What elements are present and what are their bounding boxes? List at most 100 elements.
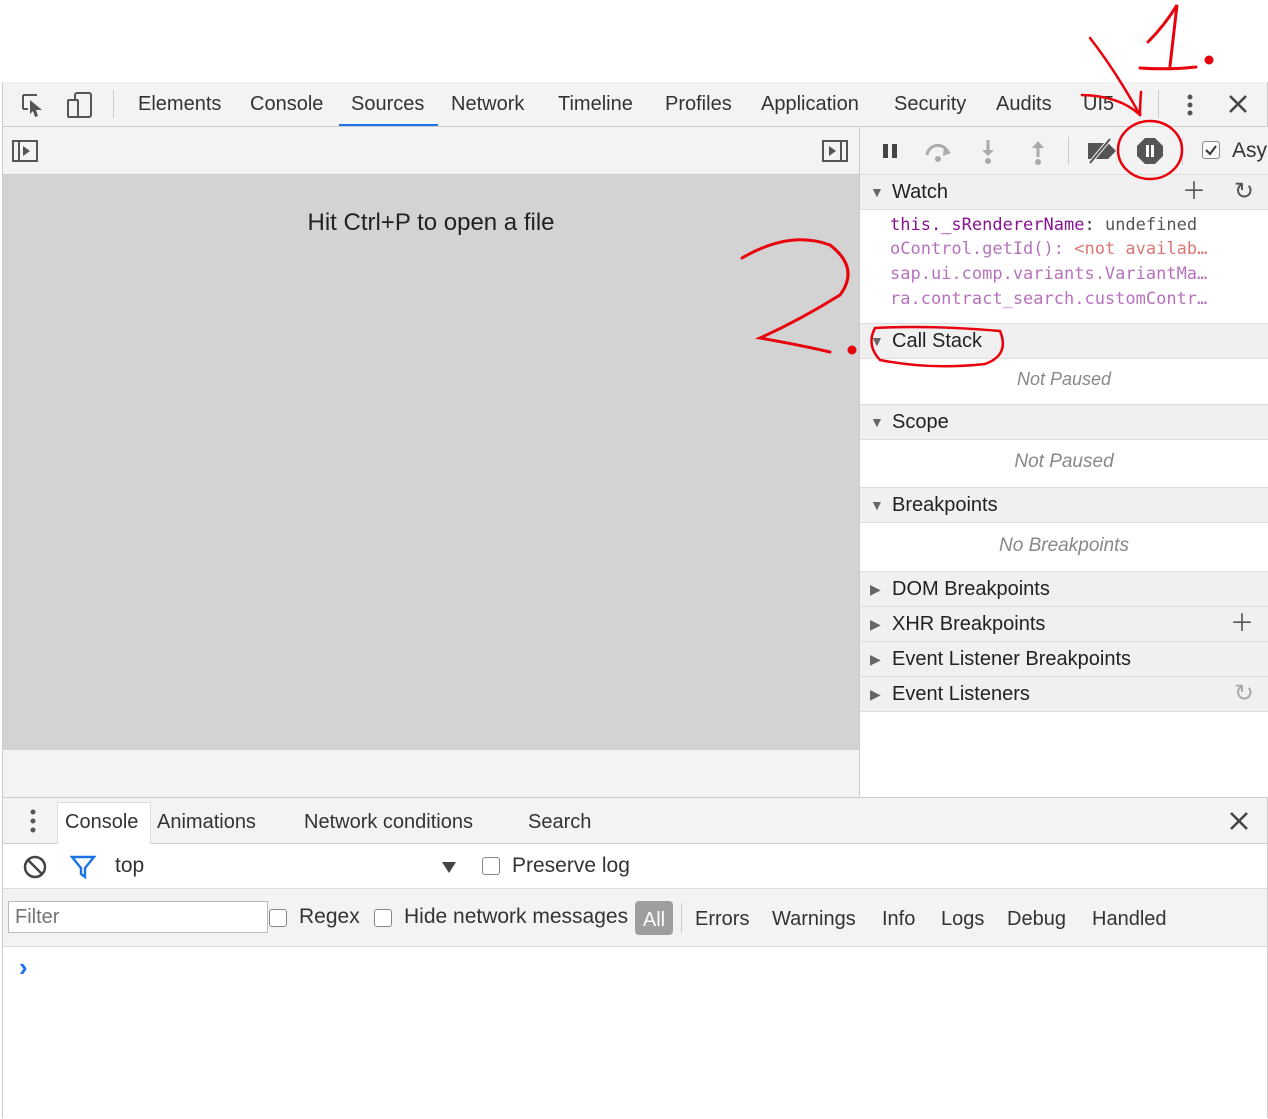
pause-icon[interactable] [874, 135, 906, 167]
toolbar-divider [1158, 90, 1159, 118]
collapsed-triangle-icon: ▶ [870, 651, 881, 667]
event-listeners-pane-header[interactable]: ▶ Event Listeners ↻ [860, 676, 1268, 712]
drawer-tabbar: Console Animations Network conditions Se… [3, 798, 1267, 844]
add-xhr-breakpoint-icon[interactable]: ＋ [1230, 607, 1254, 641]
level-handled[interactable]: Handled [1092, 889, 1167, 946]
debugger-toolbar: Asy [860, 127, 1268, 175]
watch-title: Watch [892, 181, 948, 203]
expanded-triangle-icon: ▼ [870, 414, 884, 430]
device-toolbar-icon[interactable] [65, 90, 95, 120]
call-stack-pane-header[interactable]: ▼ Call Stack [860, 323, 1268, 359]
watch-expression[interactable]: this._sRendererName: undefined [890, 215, 1250, 235]
inspect-element-icon[interactable] [19, 91, 47, 119]
tab-sources[interactable]: Sources [351, 82, 424, 126]
pane-title: DOM Breakpoints [892, 578, 1050, 600]
watch-pane-header[interactable]: ▼ Watch ＋ ↻ [860, 174, 1268, 210]
level-debug[interactable]: Debug [1007, 889, 1066, 946]
drawer-tab-animations[interactable]: Animations [157, 802, 256, 847]
async-label: Asy [1232, 139, 1268, 162]
expanded-triangle-icon: ▼ [870, 497, 884, 513]
watch-expression[interactable]: ra.contract_search.customContr… [890, 289, 1250, 309]
expanded-triangle-icon: ▼ [870, 184, 884, 200]
level-warnings[interactable]: Warnings [772, 889, 856, 946]
console-toolbar: top Preserve log [3, 844, 1267, 889]
add-watch-icon[interactable]: ＋ [1182, 175, 1206, 209]
tab-security[interactable]: Security [894, 82, 966, 126]
context-dropdown-icon[interactable] [441, 860, 457, 874]
breakpoints-status: No Breakpoints [999, 535, 1129, 556]
step-into-icon[interactable] [972, 135, 1004, 167]
debugger-sidebar: Asy ▼ Watch ＋ ↻ this._sRendererName: und… [859, 127, 1268, 797]
drawer-tab-network-conditions[interactable]: Network conditions [304, 802, 473, 847]
open-file-hint: Hit Ctrl+P to open a file [307, 209, 555, 236]
refresh-watch-icon[interactable]: ↻ [1234, 175, 1254, 209]
tab-ui5[interactable]: UI5 [1083, 82, 1114, 126]
scope-status: Not Paused [1014, 451, 1114, 472]
pane-title: Event Listeners [892, 683, 1030, 705]
pause-on-exceptions-icon[interactable] [1134, 135, 1166, 167]
pane-title: XHR Breakpoints [892, 613, 1046, 635]
toggle-debugger-icon[interactable] [821, 139, 849, 163]
async-checkbox[interactable] [1202, 141, 1220, 159]
level-logs[interactable]: Logs [941, 889, 984, 946]
hide-network-checkbox[interactable] [374, 909, 392, 927]
close-drawer-icon[interactable] [1228, 810, 1250, 832]
tab-network[interactable]: Network [451, 82, 524, 126]
xhr-breakpoints-pane-header[interactable]: ▶ XHR Breakpoints ＋ [860, 606, 1268, 642]
collapsed-triangle-icon: ▶ [870, 581, 881, 597]
level-errors[interactable]: Errors [695, 889, 749, 946]
level-info[interactable]: Info [882, 889, 915, 946]
watch-separator: : [1053, 239, 1075, 259]
call-stack-title: Call Stack [892, 330, 983, 352]
filter-input[interactable] [8, 901, 268, 933]
tab-console[interactable]: Console [250, 82, 323, 126]
console-filter-bar: Regex Hide network messages All Errors W… [3, 889, 1267, 947]
regex-label: Regex [299, 905, 360, 928]
dom-breakpoints-pane-header[interactable]: ▶ DOM Breakpoints [860, 571, 1268, 607]
drawer-tab-search[interactable]: Search [528, 802, 591, 847]
deactivate-breakpoints-icon[interactable] [1084, 135, 1116, 167]
scope-pane-header[interactable]: ▼ Scope [860, 404, 1268, 440]
watch-expression-name: oControl.getId() [890, 239, 1054, 259]
editor-status-bar [3, 750, 859, 797]
preserve-log-checkbox[interactable] [482, 857, 500, 875]
watch-expression-name: this._sRendererName [890, 215, 1085, 235]
toolbar-divider [1068, 137, 1069, 165]
step-out-icon[interactable] [1022, 135, 1054, 167]
drawer-menu-icon[interactable] [23, 807, 43, 835]
clear-console-icon[interactable] [22, 854, 48, 880]
context-selector[interactable]: top [115, 854, 144, 878]
event-listener-breakpoints-pane-header[interactable]: ▶ Event Listener Breakpoints [860, 641, 1268, 677]
toolbar-divider [1182, 137, 1183, 165]
level-all-button[interactable]: All [635, 901, 673, 935]
watch-separator: : [1084, 215, 1105, 235]
refresh-listeners-icon[interactable]: ↻ [1234, 677, 1254, 711]
watch-expression-value: <not availab… [1074, 239, 1208, 259]
watch-expression-name: ra.contract_search.customContr… [890, 289, 1208, 309]
regex-checkbox[interactable] [269, 909, 287, 927]
console-prompt[interactable]: › [19, 952, 28, 983]
tab-application[interactable]: Application [761, 82, 859, 126]
hide-network-label: Hide network messages [404, 905, 629, 928]
breakpoints-pane-header[interactable]: ▼ Breakpoints [860, 487, 1268, 523]
toggle-navigator-icon[interactable] [11, 139, 39, 163]
tab-timeline[interactable]: Timeline [558, 82, 633, 126]
console-drawer: Console Animations Network conditions Se… [3, 797, 1267, 1119]
watch-expression[interactable]: sap.ui.comp.variants.VariantMa… [890, 264, 1250, 284]
filter-icon[interactable] [69, 854, 97, 880]
tab-elements[interactable]: Elements [138, 82, 221, 126]
tab-audits[interactable]: Audits [996, 82, 1052, 126]
editor-area[interactable]: Hit Ctrl+P to open a file [3, 175, 859, 750]
step-over-icon[interactable] [922, 135, 954, 167]
annotation-number-one-icon [1138, 4, 1214, 71]
preserve-log-label: Preserve log [512, 854, 630, 877]
collapsed-triangle-icon: ▶ [870, 686, 881, 702]
tab-profiles[interactable]: Profiles [665, 82, 732, 126]
close-icon[interactable] [1227, 93, 1249, 115]
watch-expression[interactable]: oControl.getId(): <not availab… [890, 239, 1250, 259]
watch-expression-value: undefined [1104, 215, 1198, 235]
breakpoints-title: Breakpoints [892, 494, 998, 516]
drawer-tab-console[interactable]: Console [65, 802, 138, 847]
devtools-window: Elements Console Sources Network Timelin… [2, 82, 1268, 1119]
more-options-icon[interactable] [1179, 90, 1201, 120]
